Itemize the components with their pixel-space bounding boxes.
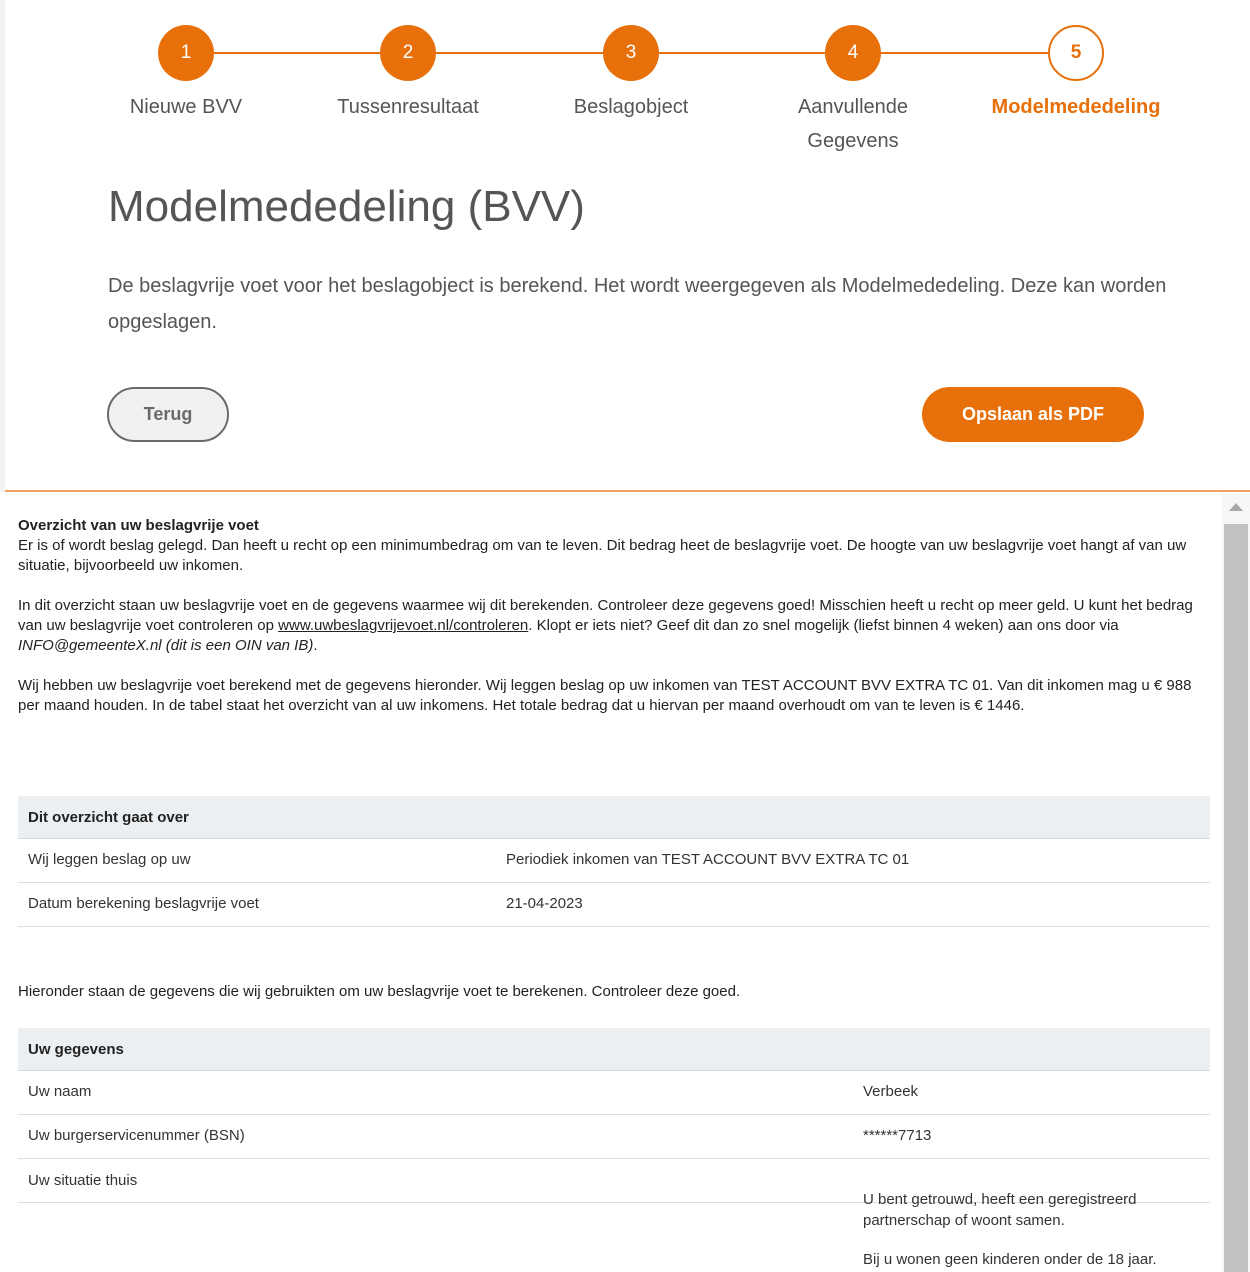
intro-text: De beslagvrije voet voor het beslagobjec… (108, 275, 1167, 333)
document-paragraph-2: In dit overzicht staan uw beslagvrije vo… (18, 596, 1210, 656)
document-heading: Overzicht van uw beslagvrije voet (18, 517, 259, 534)
progress-stepper: 1 2 3 4 5 Nieuwe BVV Tussenresultaat Bes… (0, 0, 1250, 160)
row-key: Uw situatie thuis (28, 1172, 138, 1189)
details-table: Uw gegevens Uw naam Verbeek Uw burgerser… (18, 1028, 1210, 1268)
table-row: Wij leggen beslag op uw Periodiek inkome… (18, 839, 1210, 883)
step-connector (435, 52, 603, 54)
row-value: 21-04-2023 (506, 895, 583, 912)
step-1-label: Nieuwe BVV (129, 96, 243, 118)
step-5-label: Modelmededeling (991, 96, 1161, 118)
row-key: Uw naam (28, 1083, 92, 1100)
details-table-header: Uw gegevens (18, 1028, 1210, 1071)
scroll-up-arrow-icon[interactable] (1229, 503, 1243, 511)
table-row: Uw situatie thuis U bent getrouwd, heeft… (18, 1159, 1210, 1268)
document-paragraph-3: Wij hebben uw beslagvrije voet berekend … (18, 677, 1192, 714)
step-connector (213, 52, 381, 54)
paragraph-2-text-b: . Klopt er iets niet? Geef dit dan zo sn… (528, 617, 1119, 634)
table-row: Uw naam Verbeek (18, 1071, 1210, 1115)
document-content: Overzicht van uw beslagvrije voet Er is … (18, 516, 1210, 736)
row-key: Wij leggen beslag op uw (28, 851, 191, 868)
overview-table-header: Dit overzicht gaat over (18, 796, 1210, 839)
row-value: Verbeek (863, 1083, 919, 1100)
step-3-label: Beslagobject (573, 96, 689, 118)
step-1-circle[interactable]: 1 (158, 25, 214, 81)
row-value: ******7713 (863, 1127, 932, 1144)
step-2-circle[interactable]: 2 (380, 25, 436, 81)
step-4-label: Aanvullende Gegevens (753, 90, 953, 158)
row-key: Datum berekening beslagvrije voet (28, 895, 259, 912)
document-paragraph-1: Er is of wordt beslag gelegd. Dan heeft … (18, 537, 1187, 574)
step-4-circle[interactable]: 4 (825, 25, 881, 81)
data-intro-text: Hieronder staan de gegevens die wij gebr… (18, 983, 741, 1000)
step-connector (657, 52, 825, 54)
controleren-link[interactable]: www.uwbeslagvrijevoet.nl/controleren (278, 617, 528, 634)
save-pdf-button[interactable]: Opslaan als PDF (922, 387, 1144, 442)
page-title: Modelmededeling (BVV) (108, 182, 585, 231)
step-connector (880, 52, 1048, 54)
step-4-label-line2: Gegevens (807, 130, 899, 152)
step-5-circle: 5 (1048, 25, 1104, 81)
row-value: Periodiek inkomen van TEST ACCOUNT BVV E… (506, 851, 910, 868)
table-row: Uw burgerservicenummer (BSN) ******7713 (18, 1115, 1210, 1159)
contact-email: INFO@gemeenteX.nl (dit is een OIN van IB… (18, 637, 314, 654)
situation-children: Bij u wonen geen kinderen onder de 18 ja… (863, 1251, 1157, 1268)
step-3-circle[interactable]: 3 (603, 25, 659, 81)
row-key: Uw burgerservicenummer (BSN) (28, 1127, 245, 1144)
back-button[interactable]: Terug (107, 387, 229, 442)
step-4-label-line1: Aanvullende (797, 96, 909, 118)
situation-partner: U bent getrouwd, heeft een geregistreerd… (863, 1191, 1137, 1229)
scrollbar-thumb[interactable] (1224, 524, 1248, 1272)
overview-table: Dit overzicht gaat over Wij leggen besla… (18, 796, 1210, 927)
paragraph-2-text-c: . (313, 637, 318, 654)
table-row: Datum berekening beslagvrije voet 21-04-… (18, 883, 1210, 927)
step-2-label: Tussenresultaat (337, 96, 479, 118)
